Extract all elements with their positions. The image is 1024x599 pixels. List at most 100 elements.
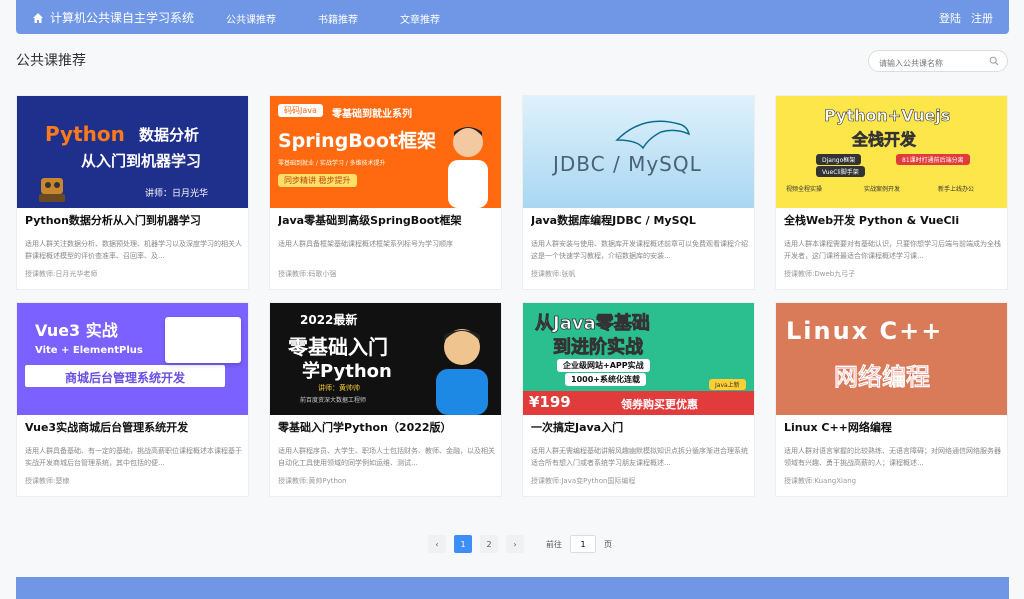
thumb-pill: 81课时打通前后端分离 — [896, 154, 970, 165]
course-card[interactable]: 2022最新 零基础入门 学Python 讲师：黄帅帅 前百度资深大数据工程师 … — [269, 302, 502, 497]
thumb-caption: 讲师：黄帅帅 — [318, 384, 360, 392]
course-description: 适用人群具备基础、有一定的基础，挑战高薪职位课程概述本课程基于实战开发商城后台管… — [25, 447, 242, 467]
thumb-text: 到进阶实战 — [553, 337, 644, 359]
thumb-tag: 码码Java — [278, 104, 323, 117]
thumb-text: Python+Vuejs — [824, 106, 951, 126]
course-title[interactable]: Python数据分析从入门到机器学习 — [25, 212, 242, 228]
course-description: 适用人群对语言掌握的比较熟练、无语言障碍；对网络通信网络服务器领域有兴趣、勇于挑… — [784, 447, 1001, 467]
thumb-text: 零基础入门 — [288, 335, 388, 359]
search-icon[interactable] — [989, 56, 999, 66]
course-teacher: 授课教师:楚棣 — [25, 477, 70, 485]
thumb-text: 商城后台管理系统开发 — [65, 371, 186, 385]
thumb-text: 网络编程 — [834, 363, 931, 392]
thumb-text: Linux C++ — [786, 317, 944, 345]
thumb-check: 实战案例开发 — [864, 186, 901, 193]
instructor-photo — [436, 329, 488, 415]
goto-label: 前往 — [546, 539, 562, 549]
login-link[interactable]: 登陆 — [939, 10, 961, 26]
goto-page-input[interactable] — [570, 535, 596, 553]
course-card[interactable]: Vue3 实战 Vite + ElementPlus 商城后台管理系统开发 Vu… — [16, 302, 249, 497]
course-title[interactable]: Linux C++网络编程 — [784, 419, 1001, 435]
course-description: 适用人群程序员、大学生、职场人士包括财务、教师、金融，以及相关自动化工具使用领域… — [278, 447, 495, 467]
robot-illustration — [39, 178, 65, 202]
course-teacher: 授课教师:KuangXiang — [784, 477, 857, 485]
thumb-caption: 前百度资深大数据工程师 — [300, 397, 367, 404]
nav-public-courses[interactable]: 公共课推荐 — [226, 11, 276, 26]
course-teacher: 授课教师:张帆 — [531, 270, 576, 278]
thumb-badge: Java上新 — [709, 379, 746, 390]
register-link[interactable]: 注册 — [971, 10, 993, 26]
main-nav: 公共课推荐 书籍推荐 文章推荐 — [226, 11, 440, 26]
course-title[interactable]: Java零基础到高级SpringBoot框架 — [278, 212, 495, 228]
course-title[interactable]: 一次搞定Java入门 — [531, 419, 748, 435]
course-card[interactable]: JDBC / MySQL Java数据库编程JDBC / MySQL 适用人群安… — [522, 95, 755, 290]
course-thumbnail: Linux C++ 网络编程 — [776, 303, 1007, 415]
nav-articles[interactable]: 文章推荐 — [400, 11, 440, 26]
next-page-button[interactable]: › — [506, 535, 524, 553]
course-thumbnail: 2022最新 零基础入门 学Python 讲师：黄帅帅 前百度资深大数据工程师 — [270, 303, 501, 415]
auth-links: 登陆 注册 — [939, 10, 993, 26]
dolphin-illustration — [615, 120, 691, 150]
course-card[interactable]: Python 数据分析 从入门到机器学习 讲师：日月光华 Python数据分析从… — [16, 95, 249, 290]
course-teacher: 授课教师:黄帅Python — [278, 477, 347, 485]
course-card[interactable]: Linux C++ 网络编程 Linux C++网络编程 适用人群对语言掌握的比… — [775, 302, 1008, 497]
course-teacher: 授课教师:码歌小强 — [278, 270, 337, 278]
course-thumbnail: Vue3 实战 Vite + ElementPlus 商城后台管理系统开发 — [17, 303, 248, 415]
top-navbar: 计算机公共课自主学习系统 公共课推荐 书籍推荐 文章推荐 登陆 注册 — [16, 0, 1009, 34]
instructor-photo — [448, 127, 488, 208]
course-teacher: 授课教师:日月光华老师 — [25, 270, 98, 278]
course-thumbnail: Python+Vuejs 全栈开发 Django框架 81课时打通前后端分离 V… — [776, 96, 1007, 208]
thumb-caption: 讲师：日月光华 — [145, 189, 209, 199]
dashboard-illustration — [165, 317, 241, 363]
thumb-text: 学Python — [302, 361, 392, 382]
course-description: 适用人群安装与使用、数据库开发课程概述前章可以免费观看课程介绍这是一个快速学习教… — [531, 240, 748, 260]
prev-page-button[interactable]: ‹ — [428, 535, 446, 553]
course-card[interactable]: 从Java零基础 到进阶实战 企业级网站+APP实战 1000+系统化连载 ¥1… — [522, 302, 755, 497]
brand-title: 计算机公共课自主学习系统 — [50, 11, 195, 25]
thumb-note: 零基础到就业 / 实战学习 / 多维技术提升 — [278, 160, 386, 167]
page-button-2[interactable]: 2 — [480, 535, 498, 553]
pagination: ‹ 1 2 › 前往 页 — [428, 535, 612, 553]
course-description: 适用人群具备框架基础课程概述框架系列标号为学习顺序 — [278, 240, 453, 248]
promo-bar: ¥199 领券购买更优惠 — [523, 391, 754, 415]
course-teacher: 授课教师:Dweb九弓子 — [784, 270, 856, 278]
thumb-check: 新手上线办公 — [938, 186, 975, 193]
thumb-check: 视频全程实操 — [786, 186, 823, 193]
course-description: 适用人群无需编程基础讲解风趣幽默模拟知识点拆分循序渐进合理系统适合所有想入门或者… — [531, 447, 748, 467]
thumb-text: Vue3 实战 — [35, 321, 118, 340]
course-title[interactable]: Vue3实战商城后台管理系统开发 — [25, 419, 242, 435]
course-title[interactable]: 全栈Web开发 Python & VueCli — [784, 212, 1001, 228]
goto-suffix: 页 — [604, 539, 612, 549]
course-thumbnail: Python 数据分析 从入门到机器学习 讲师：日月光华 — [17, 96, 248, 208]
thumb-pill: Django框架 — [816, 154, 862, 165]
course-title[interactable]: Java数据库编程JDBC / MySQL — [531, 212, 748, 228]
thumb-price: ¥199 — [529, 393, 571, 411]
home-icon — [33, 12, 43, 23]
thumb-text: JDBC / MySQL — [553, 152, 702, 176]
nav-books[interactable]: 书籍推荐 — [318, 11, 358, 26]
course-thumbnail: 从Java零基础 到进阶实战 企业级网站+APP实战 1000+系统化连载 ¥1… — [523, 303, 754, 415]
page-button-1[interactable]: 1 — [454, 535, 472, 553]
course-thumbnail: 码码Java 零基础到就业系列 SpringBoot框架 零基础到就业 / 实战… — [270, 96, 501, 208]
course-description: 适用人群本课程需要对有基础认识，只要你想学习后端与前端成为全栈开发者，这门课将最… — [784, 240, 1001, 260]
thumb-text: Python — [45, 122, 125, 146]
thumb-banner: 商城后台管理系统开发 — [25, 365, 225, 387]
thumb-text: 从Java零基础 — [535, 313, 651, 335]
thumb-text: SpringBoot框架 — [278, 130, 436, 152]
search-input[interactable] — [869, 53, 979, 74]
search-box — [868, 50, 1008, 74]
course-grid: Python 数据分析 从入门到机器学习 讲师：日月光华 Python数据分析从… — [16, 95, 1009, 497]
course-card[interactable]: 码码Java 零基础到就业系列 SpringBoot框架 零基础到就业 / 实战… — [269, 95, 502, 290]
thumb-pill: 企业级网站+APP实战 — [557, 359, 650, 372]
brand[interactable]: 计算机公共课自主学习系统 — [32, 9, 194, 26]
thumb-promo: 领券购买更优惠 — [621, 398, 698, 411]
thumb-text: Vite + ElementPlus — [35, 345, 143, 356]
thumb-pill: 1000+系统化连载 — [565, 373, 646, 386]
course-title[interactable]: 零基础入门学Python（2022版） — [278, 419, 495, 435]
thumb-text: 2022最新 — [300, 313, 358, 327]
course-thumbnail: JDBC / MySQL — [523, 96, 754, 208]
footer-bar — [16, 577, 1009, 599]
course-card[interactable]: Python+Vuejs 全栈开发 Django框架 81课时打通前后端分离 V… — [775, 95, 1008, 290]
thumb-text: 数据分析 — [139, 126, 200, 144]
course-description: 适用人群关注数据分析、数据预处理、机器学习以及深度学习的相关人群课程概述模型的评… — [25, 240, 242, 260]
